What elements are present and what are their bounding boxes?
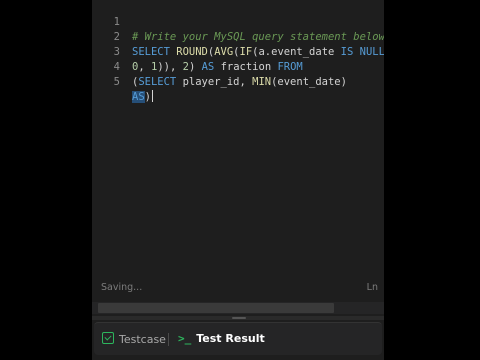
code-token: (event_date) [271, 76, 347, 88]
code-token: player_id, [176, 76, 253, 88]
bottom-tab-bar: Testcase >_ Test Result [94, 322, 382, 355]
checkbox-icon [102, 332, 114, 344]
code-token: ) [144, 91, 151, 103]
cursor-position: Ln [366, 282, 378, 293]
tab-test-result[interactable]: >_ Test Result [178, 332, 265, 345]
code-editor[interactable]: 1 # Write your MySQL query statement bel… [92, 0, 384, 300]
code-line[interactable]: 4 (SELECT player_id, MIN(event_date) [92, 45, 384, 88]
code-panel: 1 # Write your MySQL query statement bel… [92, 0, 384, 360]
text-cursor [151, 90, 153, 102]
code-token: AS [132, 91, 145, 103]
code-line[interactable]: 1 # Write your MySQL query statement bel… [92, 0, 384, 43]
code-line[interactable]: 5 AS) [92, 60, 384, 103]
line-number: 5 [113, 76, 120, 88]
saving-status: Saving... [101, 282, 143, 293]
tab-testcase-label: Testcase [119, 333, 166, 346]
code-token: SELECT [138, 76, 177, 88]
tab-testcase[interactable]: Testcase [102, 332, 166, 346]
editor-status-bar: Saving... Ln [92, 280, 384, 298]
code-line[interactable]: 3 0, 1)), 2) AS fraction FROM [92, 30, 384, 73]
tab-test-result-label: Test Result [196, 332, 265, 345]
code-token: MIN [252, 76, 272, 88]
code-line[interactable]: 2 SELECT ROUND(AVG(IF(a.event_date IS NU… [92, 15, 384, 58]
terminal-icon: >_ [178, 332, 192, 345]
tab-divider [168, 333, 169, 346]
resize-grip-icon[interactable] [232, 317, 246, 319]
horizontal-scrollbar-thumb[interactable] [98, 303, 334, 313]
